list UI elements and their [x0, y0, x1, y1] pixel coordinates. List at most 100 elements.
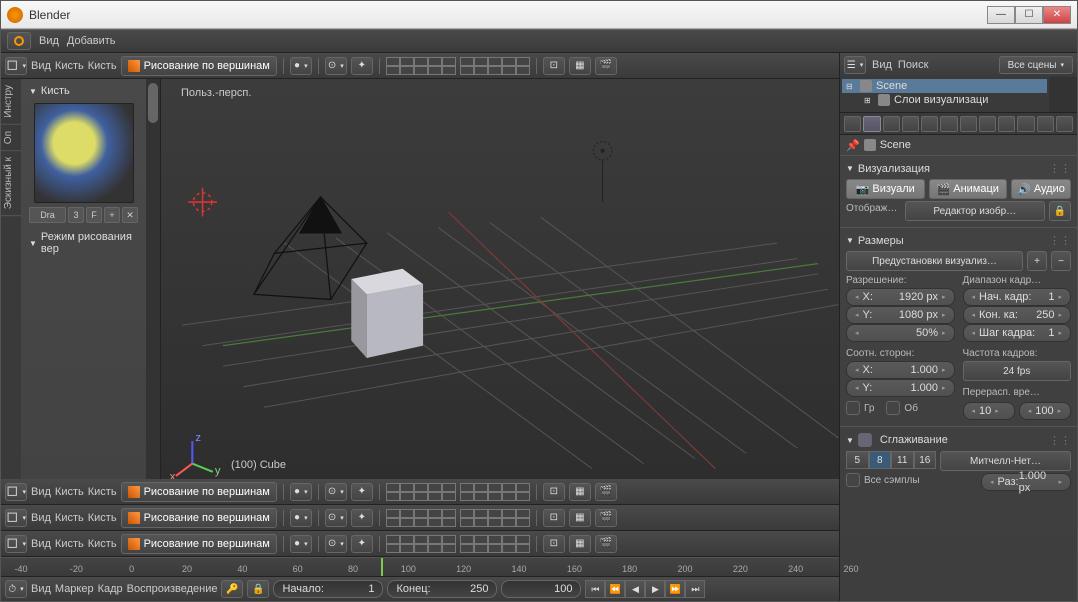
res-y-field[interactable]: Y:1080 px: [846, 306, 955, 324]
lock-ui-toggle[interactable]: 🔒: [1049, 201, 1071, 221]
pivot-2[interactable]: ⊙: [325, 483, 347, 501]
v2-menu-brush2[interactable]: Кисть: [88, 486, 117, 498]
render-audio-button[interactable]: 🔊Аудио: [1011, 179, 1071, 199]
frame-current-field[interactable]: 100: [501, 580, 581, 598]
timeline-cursor[interactable]: [381, 558, 383, 576]
render-button[interactable]: 📷Визуали: [846, 179, 925, 199]
v3-menu-brush[interactable]: Кисть: [55, 512, 84, 524]
editor-type-outliner[interactable]: ☰: [844, 56, 866, 74]
jump-first[interactable]: ⏮: [585, 580, 605, 598]
border-3[interactable]: ▦: [569, 509, 591, 527]
v4-menu-brush2[interactable]: Кисть: [88, 538, 117, 550]
ctx-physics[interactable]: [1056, 116, 1073, 132]
editor-type-3dview[interactable]: [5, 57, 27, 75]
render-preset-dropdown[interactable]: Предустановки визуализ…: [846, 251, 1023, 271]
editor-type-3dview-3[interactable]: [5, 509, 27, 527]
manipulator-toggle[interactable]: ✦: [351, 57, 373, 75]
display-mode-dropdown[interactable]: Редактор изобр…: [905, 201, 1045, 221]
minimize-button[interactable]: —: [987, 6, 1015, 24]
ctx-modifiers[interactable]: [960, 116, 977, 132]
aa-8[interactable]: 8: [869, 451, 892, 469]
tooltab-options[interactable]: Оп: [1, 125, 21, 151]
ctx-world[interactable]: [902, 116, 919, 132]
info-menu-view[interactable]: Вид: [39, 35, 59, 47]
brush-preview[interactable]: [34, 103, 134, 203]
layer-buttons-2[interactable]: [460, 57, 530, 75]
aa-5[interactable]: 5: [846, 451, 869, 469]
outliner-tree[interactable]: ⊟Scene ⊞Слои визуализаци: [840, 77, 1049, 112]
ctx-texture[interactable]: [1017, 116, 1034, 132]
aa-11[interactable]: 11: [891, 451, 914, 469]
panel-render-header[interactable]: Визуализация⋮⋮: [846, 160, 1071, 177]
mode-selector[interactable]: Рисование по вершинам: [121, 56, 277, 76]
editor-type-3dview-2[interactable]: [5, 483, 27, 501]
ctx-renderlayers[interactable]: [863, 116, 880, 132]
tl-menu-marker[interactable]: Маркер: [55, 583, 94, 595]
tl-menu-view[interactable]: Вид: [31, 583, 51, 595]
lock-4[interactable]: ⊡: [543, 535, 565, 553]
render-anim-button[interactable]: 🎬Анимаци: [929, 179, 1008, 199]
tooltab-grease[interactable]: Эскизный к: [1, 151, 21, 216]
mode-selector-2[interactable]: Рисование по вершинам: [121, 482, 277, 502]
manip-3[interactable]: ✦: [351, 509, 373, 527]
v2-menu-view[interactable]: Вид: [31, 486, 51, 498]
frame-step-field[interactable]: Шаг кадра:1: [963, 324, 1072, 342]
mode-selector-4[interactable]: Рисование по вершинам: [121, 534, 277, 554]
pivot-3[interactable]: ⊙: [325, 509, 347, 527]
autokey-toggle[interactable]: 🔑: [221, 580, 243, 598]
aspect-y-field[interactable]: Y:1.000: [846, 379, 955, 397]
clap-2[interactable]: 🎬: [595, 483, 617, 501]
lock-2[interactable]: ⊡: [543, 483, 565, 501]
play-forward[interactable]: ▶: [645, 580, 665, 598]
frame-end-field[interactable]: Конец:250: [387, 580, 497, 598]
mode-selector-3[interactable]: Рисование по вершинам: [121, 508, 277, 528]
remap-old[interactable]: 10: [963, 402, 1015, 420]
res-pct-field[interactable]: 50%: [846, 324, 955, 342]
full-sample-check[interactable]: [846, 473, 860, 487]
manip-2[interactable]: ✦: [351, 483, 373, 501]
frame-end-field[interactable]: Кон. ка:250: [963, 306, 1072, 324]
frame-start-field[interactable]: Нач. кадр:1: [963, 288, 1072, 306]
maximize-button[interactable]: ☐: [1015, 6, 1043, 24]
editor-type-3dview-4[interactable]: [5, 535, 27, 553]
view3d-menu-brush[interactable]: Кисть: [55, 60, 84, 72]
crop-check[interactable]: [886, 401, 900, 415]
brush-panel-header[interactable]: Кисть: [25, 83, 142, 99]
clap-3[interactable]: 🎬: [595, 509, 617, 527]
tl-menu-frame[interactable]: Кадр: [98, 583, 123, 595]
info-menu-add[interactable]: Добавить: [67, 35, 116, 47]
v3-menu-brush2[interactable]: Кисть: [88, 512, 117, 524]
layers-4b[interactable]: [460, 535, 530, 553]
v4-menu-view[interactable]: Вид: [31, 538, 51, 550]
fps-dropdown[interactable]: 24 fps: [963, 361, 1072, 381]
jump-last[interactable]: ⏭: [685, 580, 705, 598]
border-2[interactable]: ▦: [569, 483, 591, 501]
ctx-object[interactable]: [921, 116, 938, 132]
lock-range[interactable]: 🔒: [247, 580, 269, 598]
layers-2a[interactable]: [386, 483, 456, 501]
view3d-menu-brush2[interactable]: Кисть: [88, 60, 117, 72]
panel-aa-header[interactable]: Сглаживание⋮⋮: [846, 431, 1071, 449]
outliner-menu-view[interactable]: Вид: [872, 59, 892, 71]
clapperboard-icon[interactable]: 🎬: [595, 57, 617, 75]
tooltab-tools[interactable]: Инстру: [1, 79, 21, 125]
shading-2[interactable]: ●: [290, 483, 312, 501]
layers-2b[interactable]: [460, 483, 530, 501]
outliner-row-renderlayers[interactable]: ⊞Слои визуализаци: [842, 93, 1047, 107]
brush-del-icon[interactable]: ✕: [122, 207, 138, 223]
timeline-ruler[interactable]: -40-200204060801001201401601802002202402…: [1, 557, 839, 577]
layers-3b[interactable]: [460, 509, 530, 527]
layers-4a[interactable]: [386, 535, 456, 553]
remap-new[interactable]: 100: [1019, 402, 1071, 420]
res-x-field[interactable]: X:1920 px: [846, 288, 955, 306]
aspect-x-field[interactable]: X:1.000: [846, 361, 955, 379]
close-button[interactable]: ✕: [1043, 6, 1071, 24]
outliner-menu-search[interactable]: Поиск: [898, 59, 928, 71]
preset-remove[interactable]: −: [1051, 251, 1071, 271]
editor-type-timeline[interactable]: ⏱: [5, 580, 27, 598]
panel-dims-header[interactable]: Размеры⋮⋮: [846, 232, 1071, 249]
aa-16[interactable]: 16: [914, 451, 937, 469]
pin-icon[interactable]: 📌: [846, 139, 860, 152]
shading-3[interactable]: ●: [290, 509, 312, 527]
border-4[interactable]: ▦: [569, 535, 591, 553]
